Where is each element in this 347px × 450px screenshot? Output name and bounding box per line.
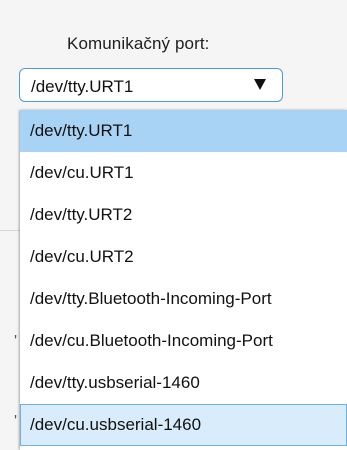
- port-option[interactable]: /dev/tty.URT2: [20, 194, 347, 236]
- communication-port-select[interactable]: /dev/tty.URT1: [19, 68, 283, 102]
- port-option-label: /dev/cu.URT2: [30, 247, 134, 266]
- port-option-label: /dev/tty.usbserial-1460: [30, 373, 200, 392]
- background-text-fragment: ': [14, 413, 18, 430]
- background-text-fragment: ': [14, 333, 18, 350]
- selected-port-value: /dev/tty.URT1: [31, 77, 134, 96]
- port-option[interactable]: /dev/tty.Bluetooth-Incoming-Port: [20, 278, 347, 320]
- background-divider: [0, 230, 20, 231]
- port-dropdown-list: /dev/tty.URT1 /dev/cu.URT1 /dev/tty.URT2…: [20, 110, 347, 450]
- port-option[interactable]: /dev/cu.Bluetooth-Incoming-Port: [20, 320, 347, 362]
- port-option-label: /dev/tty.URT2: [30, 205, 133, 224]
- port-option-label: /dev/cu.Bluetooth-Incoming-Port: [30, 331, 273, 350]
- port-option[interactable]: /dev/tty.URT1: [20, 110, 347, 152]
- port-option-label: /dev/cu.usbserial-1460: [30, 415, 202, 434]
- communication-port-label: Komunikačný port:: [67, 34, 210, 53]
- port-option-label: /dev/cu.URT1: [30, 163, 134, 182]
- port-option[interactable]: /dev/cu.usbserial-1460: [20, 404, 347, 446]
- port-option[interactable]: /dev/tty.usbserial-1460: [20, 362, 347, 404]
- port-option[interactable]: /dev/cu.URT2: [20, 236, 347, 278]
- port-option-label: /dev/tty.URT1: [30, 121, 133, 140]
- port-option-label: /dev/tty.Bluetooth-Incoming-Port: [30, 289, 272, 308]
- port-selection-panel: Komunikačný port: /dev/tty.URT1 ' ' /dev…: [0, 0, 347, 450]
- port-option[interactable]: /dev/cu.URT1: [20, 152, 347, 194]
- triangle-down-icon[interactable]: [254, 79, 266, 90]
